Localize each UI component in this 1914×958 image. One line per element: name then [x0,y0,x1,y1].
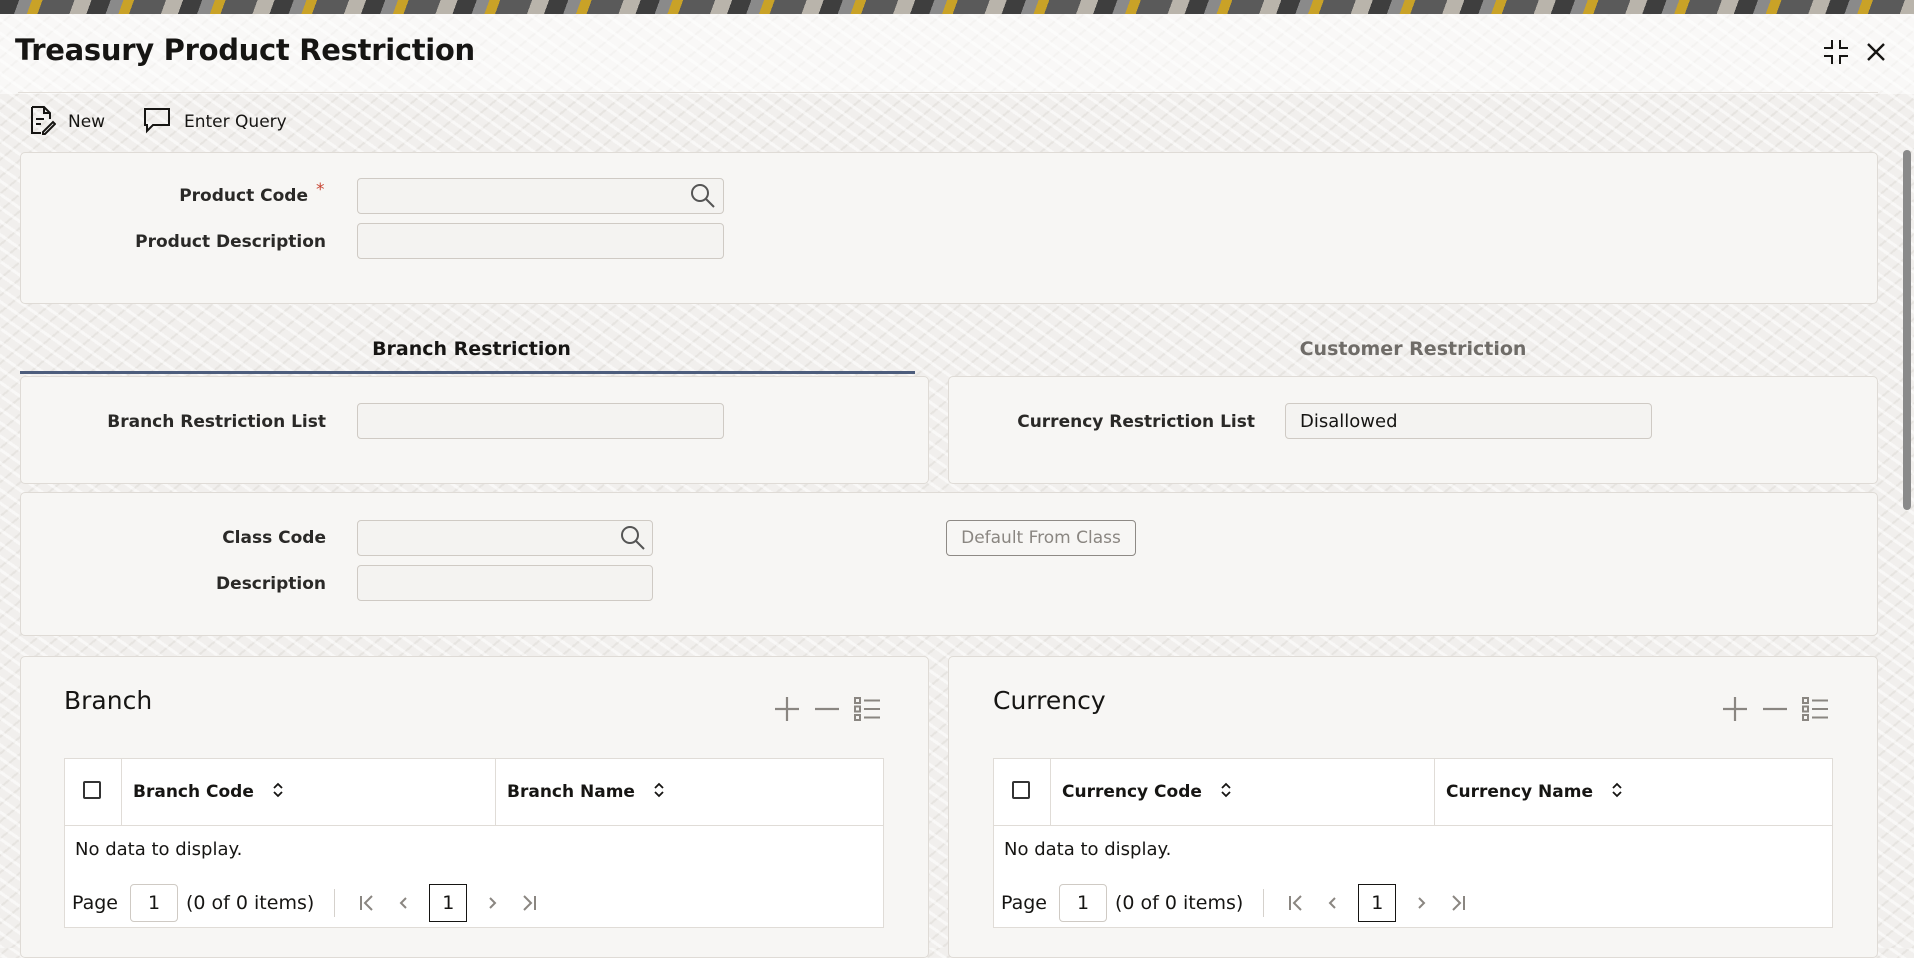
sort-icon[interactable] [653,781,665,804]
enter-query-button[interactable]: Enter Query [142,104,287,140]
tab-customer-restriction[interactable]: Customer Restriction [950,338,1876,360]
empty-message: No data to display. [75,839,243,860]
vertical-scrollbar[interactable] [1903,150,1911,510]
pager-divider [1263,889,1265,917]
page-title: Treasury Product Restriction [15,33,475,67]
search-icon[interactable] [690,183,1908,213]
currency-restriction-list-label: Currency Restriction List [1017,412,1255,432]
class-panel [20,492,1878,636]
remove-row-icon[interactable] [812,694,842,724]
pager-divider [334,889,336,917]
select-all-checkbox[interactable] [83,781,101,799]
column-divider [1434,759,1435,825]
column-label: Currency Code [1062,782,1202,802]
new-button-label: New [68,112,106,132]
branch-restriction-list-select[interactable] [357,403,724,439]
tab-branch-restriction[interactable]: Branch Restriction [20,338,923,360]
divider [18,92,1878,93]
last-page-icon[interactable] [1444,893,1472,913]
column-divider [1050,759,1051,825]
list-view-icon[interactable] [1800,694,1830,724]
branch-grid-title: Branch [64,686,153,715]
product-code-label: Product Code [179,186,308,206]
column-branch-code[interactable]: Branch Code [133,759,284,825]
page-number-input[interactable]: 1 [1059,884,1107,922]
search-icon[interactable] [620,525,646,555]
page-label: Page [72,892,118,914]
previous-page-icon[interactable] [389,893,417,913]
currency-restriction-list-select[interactable]: Disallowed [1285,403,1652,439]
close-icon[interactable] [1860,36,1892,68]
column-branch-name[interactable]: Branch Name [507,759,665,825]
column-label: Branch Name [507,782,635,802]
first-page-icon[interactable] [353,893,381,913]
branch-restriction-list-label: Branch Restriction List [107,412,326,432]
remove-row-icon[interactable] [1760,694,1790,724]
new-document-icon [28,105,57,140]
select-all-checkbox[interactable] [1012,781,1030,799]
table-header: Branch Code Branch Name [65,759,883,826]
currency-grid-title: Currency [993,686,1106,715]
page-summary: (0 of 0 items) [186,892,315,914]
empty-message: No data to display. [1004,839,1172,860]
current-page[interactable]: 1 [1358,884,1397,922]
next-page-icon[interactable] [1408,893,1436,913]
page-number-input[interactable]: 1 [130,884,178,922]
class-description-input[interactable] [357,565,653,601]
column-label: Branch Code [133,782,254,802]
add-row-icon[interactable] [1720,694,1750,724]
active-tab-indicator [20,371,915,374]
list-view-icon[interactable] [852,694,882,724]
last-page-icon[interactable] [515,893,543,913]
chat-bubble-icon [142,106,172,139]
current-page[interactable]: 1 [429,884,468,922]
product-description-input[interactable] [357,223,724,259]
column-divider [121,759,122,825]
class-code-input[interactable] [357,520,653,556]
column-currency-name[interactable]: Currency Name [1446,759,1623,825]
next-page-icon[interactable] [479,893,507,913]
previous-page-icon[interactable] [1318,893,1346,913]
required-indicator: * [316,180,325,200]
column-currency-code[interactable]: Currency Code [1062,759,1232,825]
branch-table: Branch Code Branch Name No data to displ… [64,758,884,928]
page-summary: (0 of 0 items) [1115,892,1244,914]
sort-icon[interactable] [1611,781,1623,804]
column-label: Currency Name [1446,782,1593,802]
pagination: Page 1 (0 of 0 items) 1 [1001,883,1472,923]
pagination: Page 1 (0 of 0 items) 1 [72,883,543,923]
default-from-class-button[interactable]: Default From Class [946,520,1136,556]
class-description-label: Description [216,574,326,594]
decorative-banner [0,0,1914,14]
product-description-label: Product Description [135,232,326,252]
new-button[interactable]: New [28,104,105,140]
product-code-input[interactable] [357,178,724,214]
compress-arrows-icon[interactable] [1820,36,1852,68]
first-page-icon[interactable] [1282,893,1310,913]
currency-grid-actions [1720,694,1830,724]
product-panel [20,152,1878,304]
page-label: Page [1001,892,1047,914]
sort-icon[interactable] [1220,781,1232,804]
column-divider [495,759,496,825]
enter-query-label: Enter Query [184,112,287,132]
currency-table: Currency Code Currency Name No data to d… [993,758,1833,928]
class-code-label: Class Code [222,528,326,548]
branch-grid-actions [772,694,882,724]
table-header: Currency Code Currency Name [994,759,1832,826]
add-row-icon[interactable] [772,694,802,724]
sort-icon[interactable] [272,781,284,804]
